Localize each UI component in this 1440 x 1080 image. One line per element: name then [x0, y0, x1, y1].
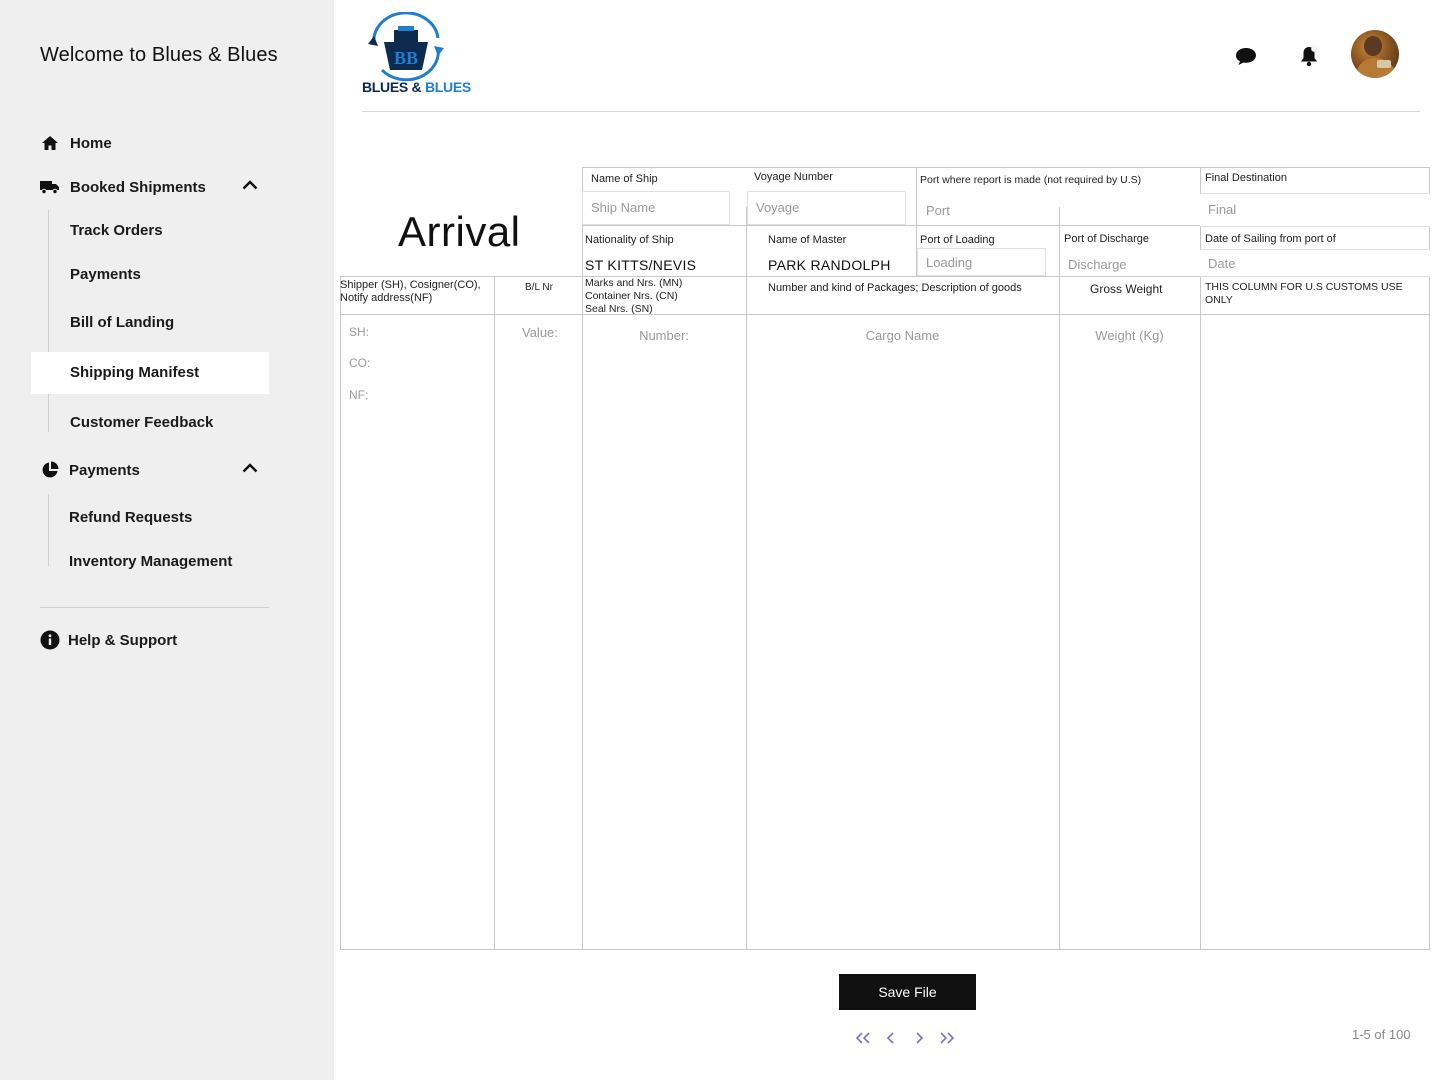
- nationality-label: Nationality of Ship: [585, 234, 674, 246]
- nav-booked-shipments[interactable]: Booked Shipments: [40, 177, 270, 197]
- sidebar-divider: [40, 607, 269, 608]
- grid-line: [340, 314, 1430, 315]
- port-input[interactable]: Port: [926, 203, 950, 218]
- chevron-up-icon[interactable]: [240, 458, 260, 478]
- last-page-icon[interactable]: [936, 1028, 958, 1048]
- sidebar-item-refund-requests[interactable]: Refund Requests: [69, 509, 192, 526]
- grid-line: [340, 949, 1430, 950]
- col-header-customs: THIS COLUMN FOR U.S CUSTOMS USE ONLY: [1205, 281, 1403, 306]
- nav-booked-label: Booked Shipments: [70, 178, 206, 196]
- grid-line: [582, 167, 583, 949]
- loading-input[interactable]: Loading: [917, 248, 1046, 276]
- ship-name-input[interactable]: Ship Name: [582, 191, 730, 225]
- nav-help-label: Help & Support: [68, 631, 178, 649]
- col-header-gross-weight: Gross Weight: [1090, 282, 1163, 296]
- col-header-marks-sn: Seal Nrs. (SN): [585, 303, 653, 315]
- col-header-marks-cn: Container Nrs. (CN): [585, 290, 678, 302]
- voyage-input[interactable]: Voyage: [747, 191, 906, 225]
- port-report-label: Port where report is made (not required …: [920, 174, 1142, 186]
- user-avatar[interactable]: [1351, 30, 1399, 78]
- next-page-icon[interactable]: [908, 1028, 930, 1048]
- cargo-name-input[interactable]: Cargo Name: [746, 328, 1059, 343]
- nav-payments[interactable]: Payments: [40, 460, 270, 480]
- discharge-input[interactable]: Discharge: [1068, 257, 1127, 272]
- sidebar-item-bill-of-landing[interactable]: Bill of Landing: [70, 314, 174, 331]
- grid-line: [1059, 207, 1060, 949]
- info-icon: [40, 630, 60, 650]
- pie-chart-icon: [40, 460, 60, 480]
- chat-icon[interactable]: [1234, 44, 1258, 68]
- col-header-packages: Number and kind of Packages; Description…: [768, 282, 1022, 294]
- notify-nf-input[interactable]: NF:: [349, 388, 368, 402]
- save-file-button[interactable]: Save File: [839, 974, 976, 1010]
- pagination-count: 1-5 of 100: [1352, 1027, 1411, 1042]
- shipper-sh-input[interactable]: SH:: [349, 325, 369, 339]
- sub-nav-line: [48, 210, 49, 432]
- number-input[interactable]: Number:: [582, 328, 746, 343]
- grid-line: [582, 167, 1430, 168]
- previous-page-icon[interactable]: [880, 1028, 902, 1048]
- sidebar: Welcome to Blues & Blues Home Booked Shi…: [0, 0, 334, 1080]
- truck-icon: [40, 177, 60, 197]
- date-input[interactable]: Date: [1200, 249, 1430, 277]
- nav-home[interactable]: Home: [40, 133, 112, 153]
- sidebar-item-payments[interactable]: Payments: [70, 266, 141, 283]
- home-icon: [40, 133, 60, 153]
- sub-nav-line: [48, 494, 49, 566]
- port-of-loading-label: Port of Loading: [920, 234, 995, 246]
- grid-line: [1200, 167, 1201, 949]
- date-of-sailing-label: Date of Sailing from port of: [1205, 233, 1336, 245]
- final-destination-label: Final Destination: [1205, 172, 1287, 184]
- final-destination-input[interactable]: Final: [1200, 193, 1430, 227]
- grid-line: [340, 276, 341, 949]
- sidebar-item-customer-feedback[interactable]: Customer Feedback: [70, 414, 213, 431]
- cosigner-co-input[interactable]: CO:: [349, 356, 370, 370]
- grid-line: [746, 207, 747, 949]
- sidebar-item-inventory-management[interactable]: Inventory Management: [69, 553, 232, 570]
- first-page-icon[interactable]: [852, 1028, 874, 1048]
- master-value: PARK RANDOLPH: [768, 257, 891, 273]
- nav-help-support[interactable]: Help & Support: [40, 630, 177, 650]
- col-header-bl: B/L Nr: [525, 282, 553, 293]
- sidebar-item-shipping-manifest[interactable]: Shipping Manifest: [70, 364, 199, 381]
- page-title: Arrival: [398, 208, 521, 255]
- sidebar-item-track-orders[interactable]: Track Orders: [70, 222, 163, 239]
- port-of-discharge-label: Port of Discharge: [1064, 233, 1149, 245]
- nav-home-label: Home: [70, 134, 112, 152]
- welcome-title: Welcome to Blues & Blues: [40, 44, 278, 66]
- bl-value-input[interactable]: Value:: [522, 325, 558, 340]
- col-header-marks-mn: Marks and Nrs. (MN): [585, 277, 683, 289]
- grid-line: [494, 276, 495, 949]
- svg-text:BB: BB: [394, 48, 418, 68]
- name-of-master-label: Name of Master: [768, 234, 847, 246]
- bell-icon[interactable]: [1297, 44, 1321, 68]
- weight-input[interactable]: Weight (Kg): [1059, 328, 1200, 343]
- logo-wordmark: BLUES & BLUES: [362, 79, 471, 95]
- nav-payments-label: Payments: [69, 461, 140, 479]
- voyage-number-label: Voyage Number: [754, 171, 833, 183]
- grid-line: [1429, 167, 1430, 949]
- name-of-ship-label: Name of Ship: [591, 173, 658, 185]
- header-divider: [362, 111, 1420, 112]
- col-header-shipper: Shipper (SH), Cosigner(CO), Notify addre…: [340, 279, 481, 304]
- chevron-up-icon[interactable]: [240, 175, 260, 195]
- nationality-value: ST KITTS/NEVIS: [585, 257, 697, 273]
